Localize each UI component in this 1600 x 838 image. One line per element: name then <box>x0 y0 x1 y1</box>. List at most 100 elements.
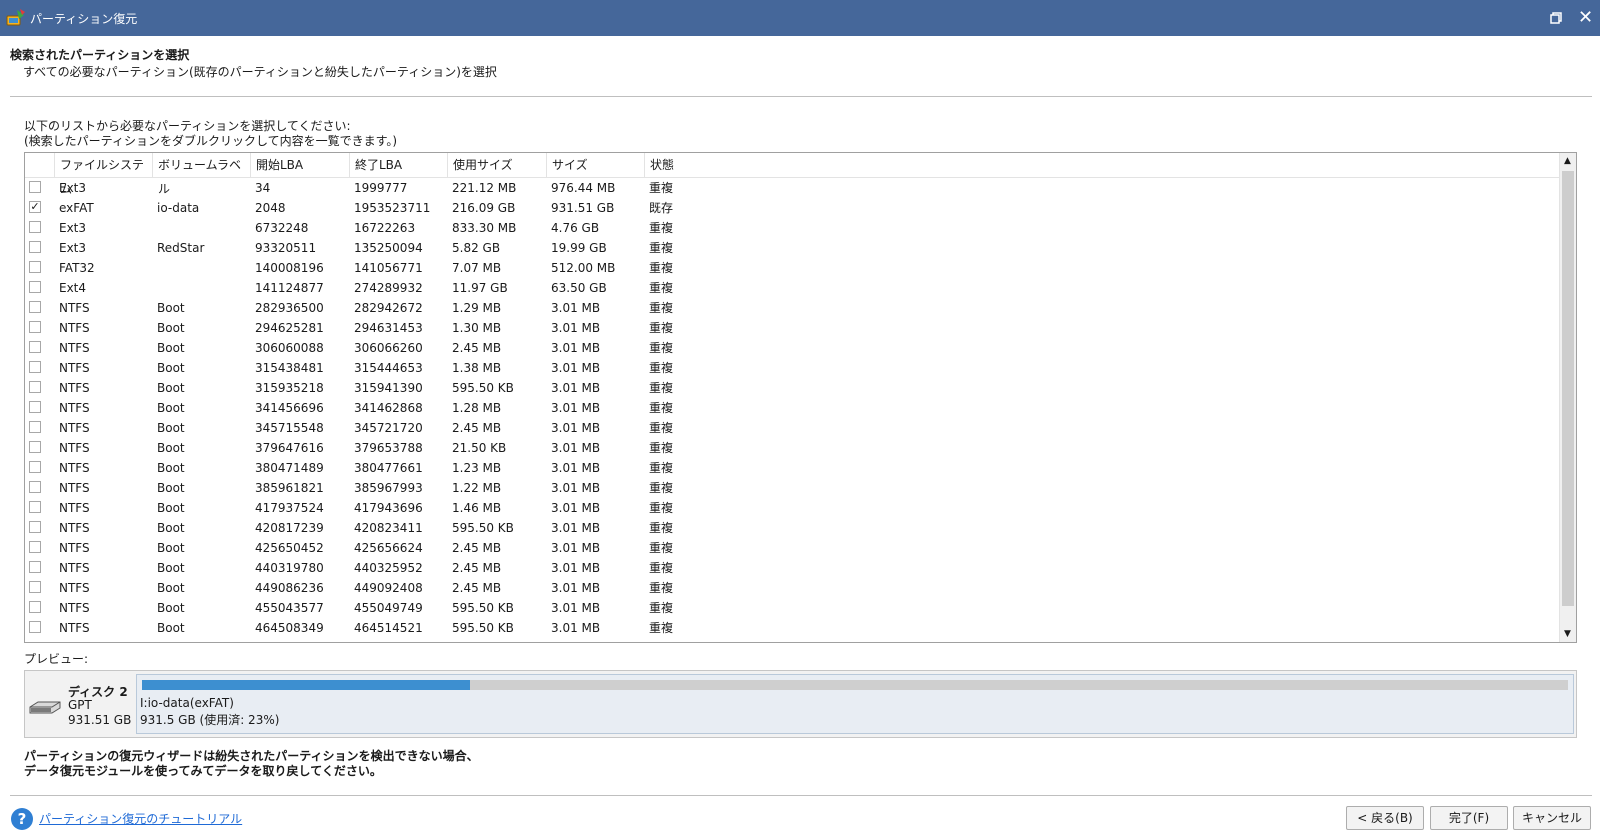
row-checkbox[interactable] <box>29 361 41 373</box>
row-checkbox[interactable] <box>29 501 41 513</box>
row-checkbox[interactable] <box>29 301 41 313</box>
cell-used-size: 7.07 MB <box>452 261 502 275</box>
cell-start-lba: 440319780 <box>255 561 324 575</box>
recovery-note-continued: データ復元モジュールを使ってみてデータを取り戻してください。 <box>24 764 382 778</box>
cell-status: 重複 <box>649 501 674 515</box>
cell-size: 3.01 MB <box>551 621 601 635</box>
cell-status: 重複 <box>649 301 674 315</box>
cell-volume-label: Boot <box>157 441 185 455</box>
cell-status: 重複 <box>649 441 674 455</box>
column-header-volume-label[interactable]: ボリュームラベル <box>153 153 251 196</box>
row-checkbox[interactable] <box>29 341 41 353</box>
cell-end-lba: 282942672 <box>354 301 423 315</box>
table-row[interactable]: Ext3 6732248 16722263 833.30 MB 4.76 GB 重複 <box>25 218 1559 238</box>
row-checkbox[interactable] <box>29 441 41 453</box>
column-header-checkbox[interactable] <box>25 153 55 177</box>
table-row[interactable]: NTFS Boot 420817239 420823411 595.50 KB 3.01 … <box>25 518 1559 538</box>
table-row[interactable]: FAT32 140008196 141056771 7.07 MB 512.00 MB 重… <box>25 258 1559 278</box>
cell-size: 3.01 MB <box>551 601 601 615</box>
row-checkbox[interactable] <box>29 481 41 493</box>
scroll-down-icon[interactable]: ▼ <box>1564 629 1571 639</box>
cell-filesystem: NTFS <box>59 441 90 455</box>
table-row[interactable]: NTFS Boot 315438481 315444653 1.38 MB 3.01 MB… <box>25 358 1559 378</box>
table-row[interactable]: NTFS Boot 294625281 294631453 1.30 MB 3.01 MB… <box>25 318 1559 338</box>
finish-button[interactable]: 完了(F) <box>1430 806 1508 830</box>
usage-bar <box>142 680 1568 690</box>
table-row[interactable]: NTFS Boot 282936500 282942672 1.29 MB 3.01 MB… <box>25 298 1559 318</box>
table-row[interactable]: NTFS Boot 315935218 315941390 595.50 KB 3.01 … <box>25 378 1559 398</box>
table-row[interactable]: NTFS Boot 417937524 417943696 1.46 MB 3.01 MB… <box>25 498 1559 518</box>
cell-used-size: 221.12 MB <box>452 181 517 195</box>
question-mark-icon[interactable]: ? <box>11 808 33 830</box>
cell-filesystem: NTFS <box>59 461 90 475</box>
cell-size: 3.01 MB <box>551 321 601 335</box>
close-icon[interactable]: ✕ <box>1578 9 1593 27</box>
table-row[interactable]: NTFS Boot 464508349 464514521 595.50 KB 3.01 … <box>25 618 1559 638</box>
cell-end-lba: 449092408 <box>354 581 423 595</box>
table-row[interactable]: ✓ exFAT io-data 2048 1953523711 216.09 GB 931.… <box>25 198 1559 218</box>
cell-start-lba: 315438481 <box>255 361 324 375</box>
column-header-start-lba[interactable]: 開始LBA <box>251 153 350 177</box>
table-row[interactable]: NTFS Boot 306060088 306066260 2.45 MB 3.01 MB… <box>25 338 1559 358</box>
scrollbar-thumb[interactable] <box>1562 171 1574 606</box>
table-row[interactable]: NTFS Boot 379647616 379653788 21.50 KB 3.01 M… <box>25 438 1559 458</box>
table-row[interactable]: NTFS Boot 341456696 341462868 1.28 MB 3.01 MB… <box>25 398 1559 418</box>
table-row[interactable]: Ext3 34 1999777 221.12 MB 976.44 MB 重複 <box>25 178 1559 198</box>
column-header-status[interactable]: 状態 <box>645 153 1559 177</box>
row-checkbox[interactable] <box>29 241 41 253</box>
cell-filesystem: NTFS <box>59 321 90 335</box>
partition-list[interactable]: ファイルシステム ボリュームラベル 開始LBA 終了LBA 使用サイズ サイズ … <box>24 152 1577 643</box>
column-header-used-size[interactable]: 使用サイズ <box>448 153 547 177</box>
table-row[interactable]: Ext4 141124877 274289932 11.97 GB 63.50 GB 重複 <box>25 278 1559 298</box>
cell-size: 3.01 MB <box>551 461 601 475</box>
table-row[interactable]: NTFS Boot 385961821 385967993 1.22 MB 3.01 MB… <box>25 478 1559 498</box>
row-checkbox[interactable]: ✓ <box>29 201 41 213</box>
column-header-filesystem[interactable]: ファイルシステム <box>55 153 153 196</box>
cell-start-lba: 282936500 <box>255 301 324 315</box>
cell-volume-label: Boot <box>157 561 185 575</box>
table-row[interactable]: NTFS Boot 440319780 440325952 2.45 MB 3.01 MB… <box>25 558 1559 578</box>
row-checkbox[interactable] <box>29 601 41 613</box>
vertical-scrollbar[interactable]: ▲ ▼ <box>1559 153 1576 642</box>
cell-filesystem: NTFS <box>59 601 90 615</box>
cell-start-lba: 341456696 <box>255 401 324 415</box>
row-checkbox[interactable] <box>29 281 41 293</box>
row-checkbox[interactable] <box>29 581 41 593</box>
cell-filesystem: NTFS <box>59 341 90 355</box>
row-checkbox[interactable] <box>29 541 41 553</box>
cell-used-size: 2.45 MB <box>452 541 502 555</box>
column-header-end-lba[interactable]: 終了LBA <box>350 153 448 177</box>
row-checkbox[interactable] <box>29 261 41 273</box>
tutorial-link[interactable]: パーティション復元のチュートリアル <box>39 810 242 827</box>
row-checkbox[interactable] <box>29 621 41 633</box>
column-header-size[interactable]: サイズ <box>547 153 645 177</box>
cell-start-lba: 294625281 <box>255 321 324 335</box>
row-checkbox[interactable] <box>29 381 41 393</box>
table-row[interactable]: NTFS Boot 380471489 380477661 1.23 MB 3.01 MB… <box>25 458 1559 478</box>
restore-window-icon[interactable] <box>1548 10 1564 26</box>
table-row[interactable]: Ext3 RedStar 93320511 135250094 5.82 GB 19.99… <box>25 238 1559 258</box>
cell-size: 3.01 MB <box>551 341 601 355</box>
row-checkbox[interactable] <box>29 181 41 193</box>
table-row[interactable]: NTFS Boot 455043577 455049749 595.50 KB 3.01 … <box>25 598 1559 618</box>
row-checkbox[interactable] <box>29 421 41 433</box>
row-checkbox[interactable] <box>29 461 41 473</box>
cell-status: 重複 <box>649 541 674 555</box>
table-row[interactable]: NTFS Boot 345715548 345721720 2.45 MB 3.01 MB… <box>25 418 1559 438</box>
row-checkbox[interactable] <box>29 221 41 233</box>
partition-block[interactable]: I:io-data(exFAT) 931.5 GB (使用済: 23%) <box>136 674 1574 734</box>
cell-size: 19.99 GB <box>551 241 607 255</box>
cancel-button[interactable]: キャンセル <box>1513 806 1591 830</box>
partition-wizard-icon <box>6 9 25 26</box>
row-checkbox[interactable] <box>29 321 41 333</box>
row-checkbox[interactable] <box>29 401 41 413</box>
cell-end-lba: 135250094 <box>354 241 423 255</box>
cell-volume-label: Boot <box>157 581 185 595</box>
table-row[interactable]: NTFS Boot 425650452 425656624 2.45 MB 3.01 MB… <box>25 538 1559 558</box>
scroll-up-icon[interactable]: ▲ <box>1564 156 1571 166</box>
cell-size: 3.01 MB <box>551 361 601 375</box>
row-checkbox[interactable] <box>29 521 41 533</box>
row-checkbox[interactable] <box>29 561 41 573</box>
back-button[interactable]: < 戻る(B) <box>1346 806 1424 830</box>
table-row[interactable]: NTFS Boot 449086236 449092408 2.45 MB 3.01 MB… <box>25 578 1559 598</box>
